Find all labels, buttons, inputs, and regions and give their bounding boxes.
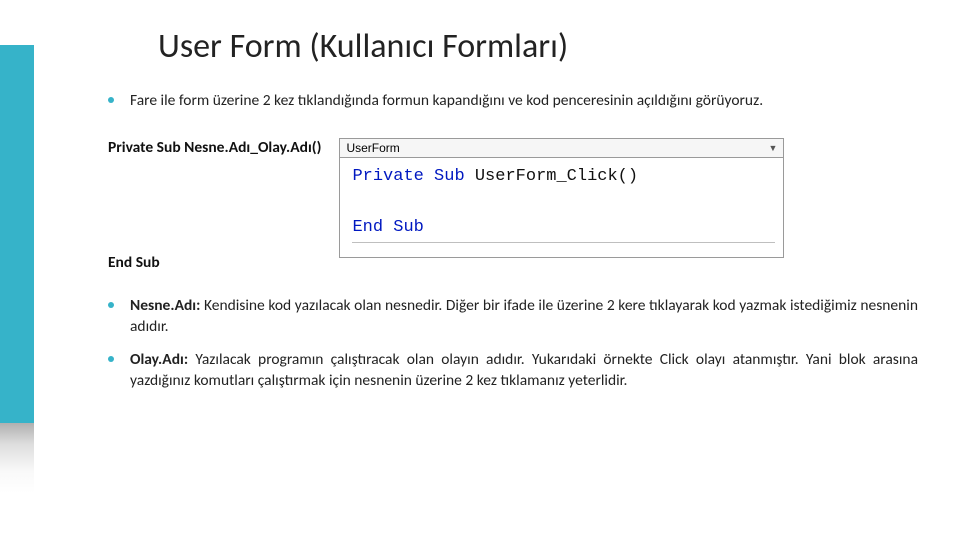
code-divider xyxy=(352,242,775,243)
chevron-down-icon: ▼ xyxy=(769,143,778,153)
bullet-nesne-text: Kendisine kod yazılacak olan nesnedir. D… xyxy=(130,296,918,336)
bullet-nesne: Nesne.Adı: Kendisine kod yazılacak olan … xyxy=(108,296,918,338)
keyword: Private Sub xyxy=(352,167,464,186)
object-dropdown-label: UserForm xyxy=(346,141,399,155)
bullet-list-bottom: Nesne.Adı: Kendisine kod yazılacak olan … xyxy=(108,296,918,392)
code-line-1: Private Sub UserForm_Click() xyxy=(352,164,775,190)
keyword: End Sub xyxy=(352,218,423,237)
code-body: Private Sub UserForm_Click() End Sub xyxy=(340,158,783,258)
code-editor-window: UserForm ▼ Private Sub UserForm_Click() … xyxy=(339,138,784,259)
code-text: UserForm_Click() xyxy=(465,167,638,186)
bullet-list-top: Fare ile form üzerine 2 kez tıklandığınd… xyxy=(108,91,918,112)
bullet-nesne-label: Nesne.Adı: xyxy=(130,296,200,315)
code-end-line: End Sub xyxy=(108,253,321,272)
code-row: Private Sub Nesne.Adı_Olay.Adı() End Sub… xyxy=(108,138,918,272)
code-left-column: Private Sub Nesne.Adı_Olay.Adı() End Sub xyxy=(108,138,321,272)
code-blank-line xyxy=(352,189,775,215)
code-line-2: End Sub xyxy=(352,215,775,241)
code-declare-line: Private Sub Nesne.Adı_Olay.Adı() xyxy=(108,138,321,157)
page-title: User Form (Kullanıcı Formları) xyxy=(158,26,918,67)
bullet-olay-label: Olay.Adı: xyxy=(130,350,188,369)
bullet-olay: Olay.Adı: Yazılacak programın çalıştırac… xyxy=(108,350,918,392)
bullet-olay-text: Yazılacak programın çalıştıracak olan ol… xyxy=(130,350,918,390)
object-dropdown[interactable]: UserForm ▼ xyxy=(340,139,783,158)
slide-content: User Form (Kullanıcı Formları) Fare ile … xyxy=(0,0,960,540)
bullet-intro: Fare ile form üzerine 2 kez tıklandığınd… xyxy=(108,91,918,112)
